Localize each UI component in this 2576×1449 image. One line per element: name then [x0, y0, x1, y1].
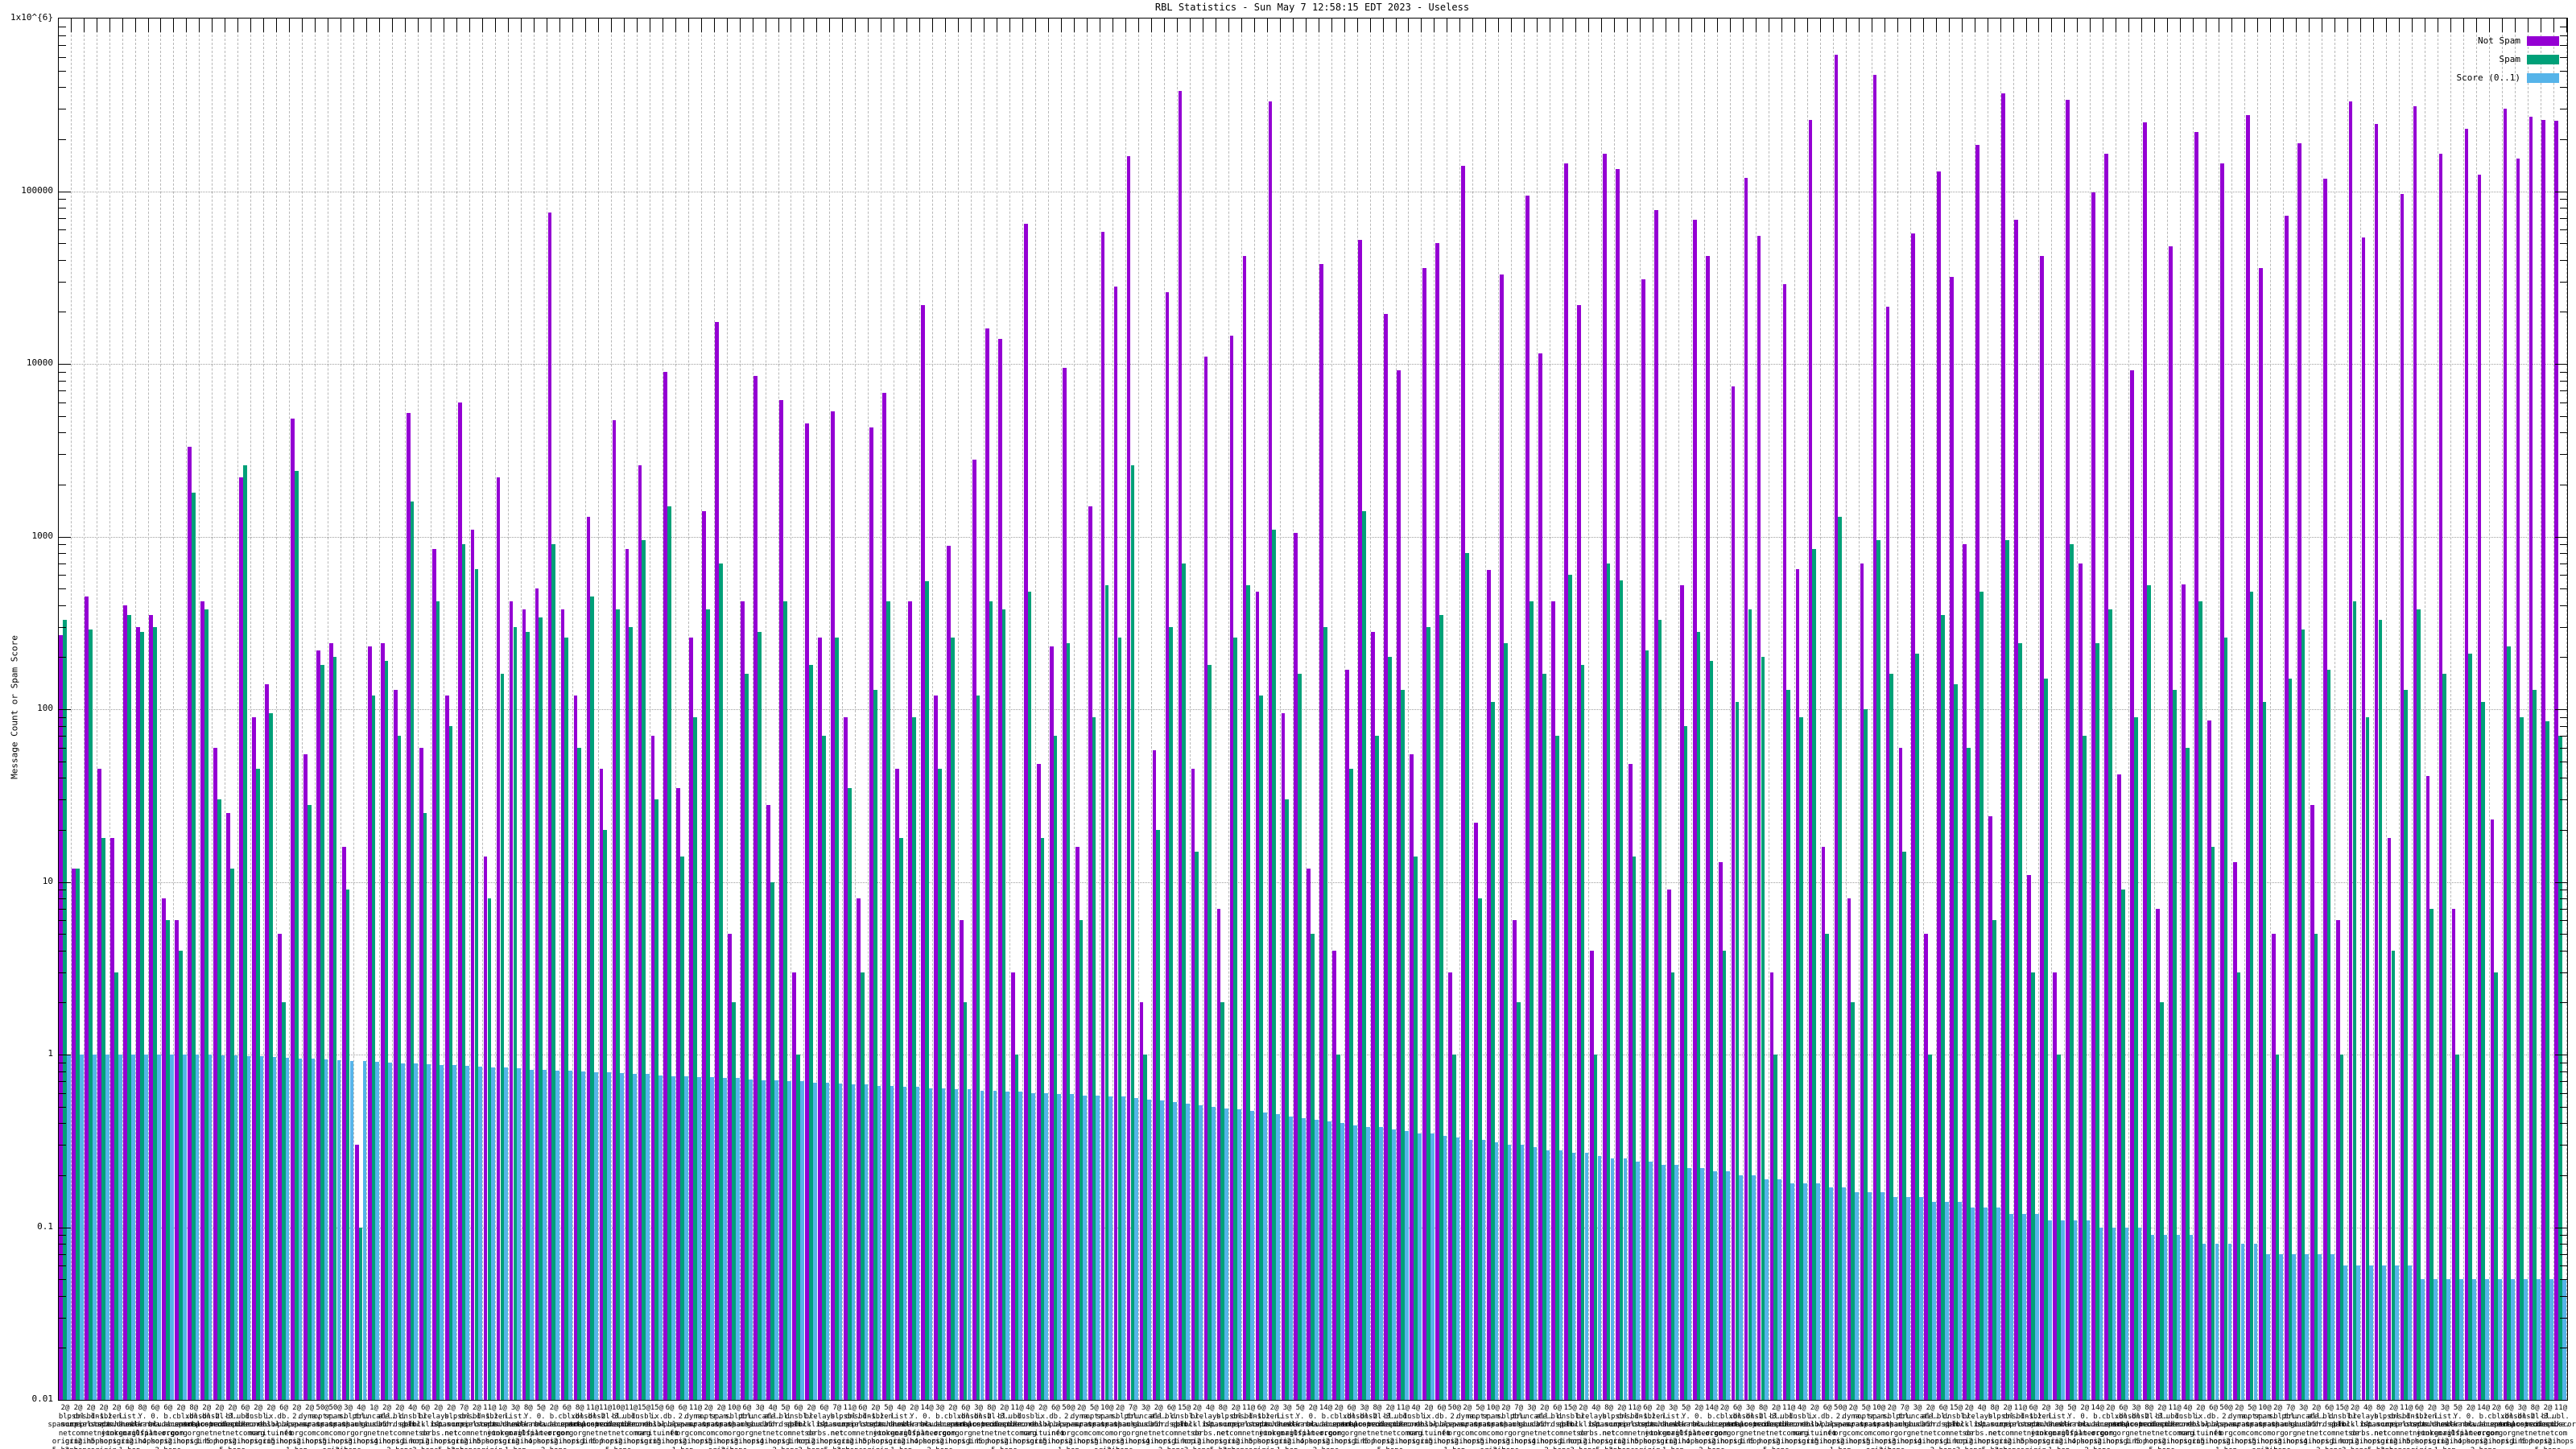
rbl-statistics-chart: RBL Statistics - Sun May 7 12:58:15 EDT … — [0, 0, 2576, 1449]
y-tick-label: 100000 — [21, 184, 53, 196]
y-tick-label: 10000 — [26, 357, 53, 368]
y-tick-label: 1x10^{6} — [10, 12, 53, 23]
y-tick-label: 0.1 — [37, 1220, 53, 1232]
legend: Not Spam Spam Score (0..1) — [2457, 31, 2559, 87]
score-swatch — [2527, 72, 2559, 83]
x-tick-label: 11@ubl.unsubscore.com2 hops — [2537, 1404, 2576, 1446]
y-tick-label: 100 — [37, 703, 53, 713]
y-tick-label: 0.01 — [31, 1393, 54, 1404]
legend-row-not-spam: Not Spam — [2457, 31, 2559, 50]
y-tick-label: 1000 — [31, 530, 54, 541]
legend-label-not-spam: Not Spam — [2478, 35, 2520, 46]
chart-title: RBL Statistics - Sun May 7 12:58:15 EDT … — [1154, 2, 1470, 13]
spam-swatch — [2527, 54, 2559, 64]
y-tick-label: 10 — [42, 875, 53, 886]
legend-label-spam: Spam — [2499, 54, 2521, 64]
legend-label-score: Score (0..1) — [2456, 72, 2520, 83]
not-spam-swatch — [2527, 35, 2559, 46]
y-tick-label: 1 — [47, 1048, 53, 1059]
x-axis-labels-layer: 2@bl.spamcop.netorigin5 hops2@psbl.surri… — [47, 19, 2576, 1449]
plot-area: 2@bl.spamcop.netorigin5 hops2@psbl.surri… — [47, 18, 2576, 1449]
legend-row-score: Score (0..1) — [2457, 68, 2559, 87]
legend-row-spam: Spam — [2457, 50, 2559, 68]
